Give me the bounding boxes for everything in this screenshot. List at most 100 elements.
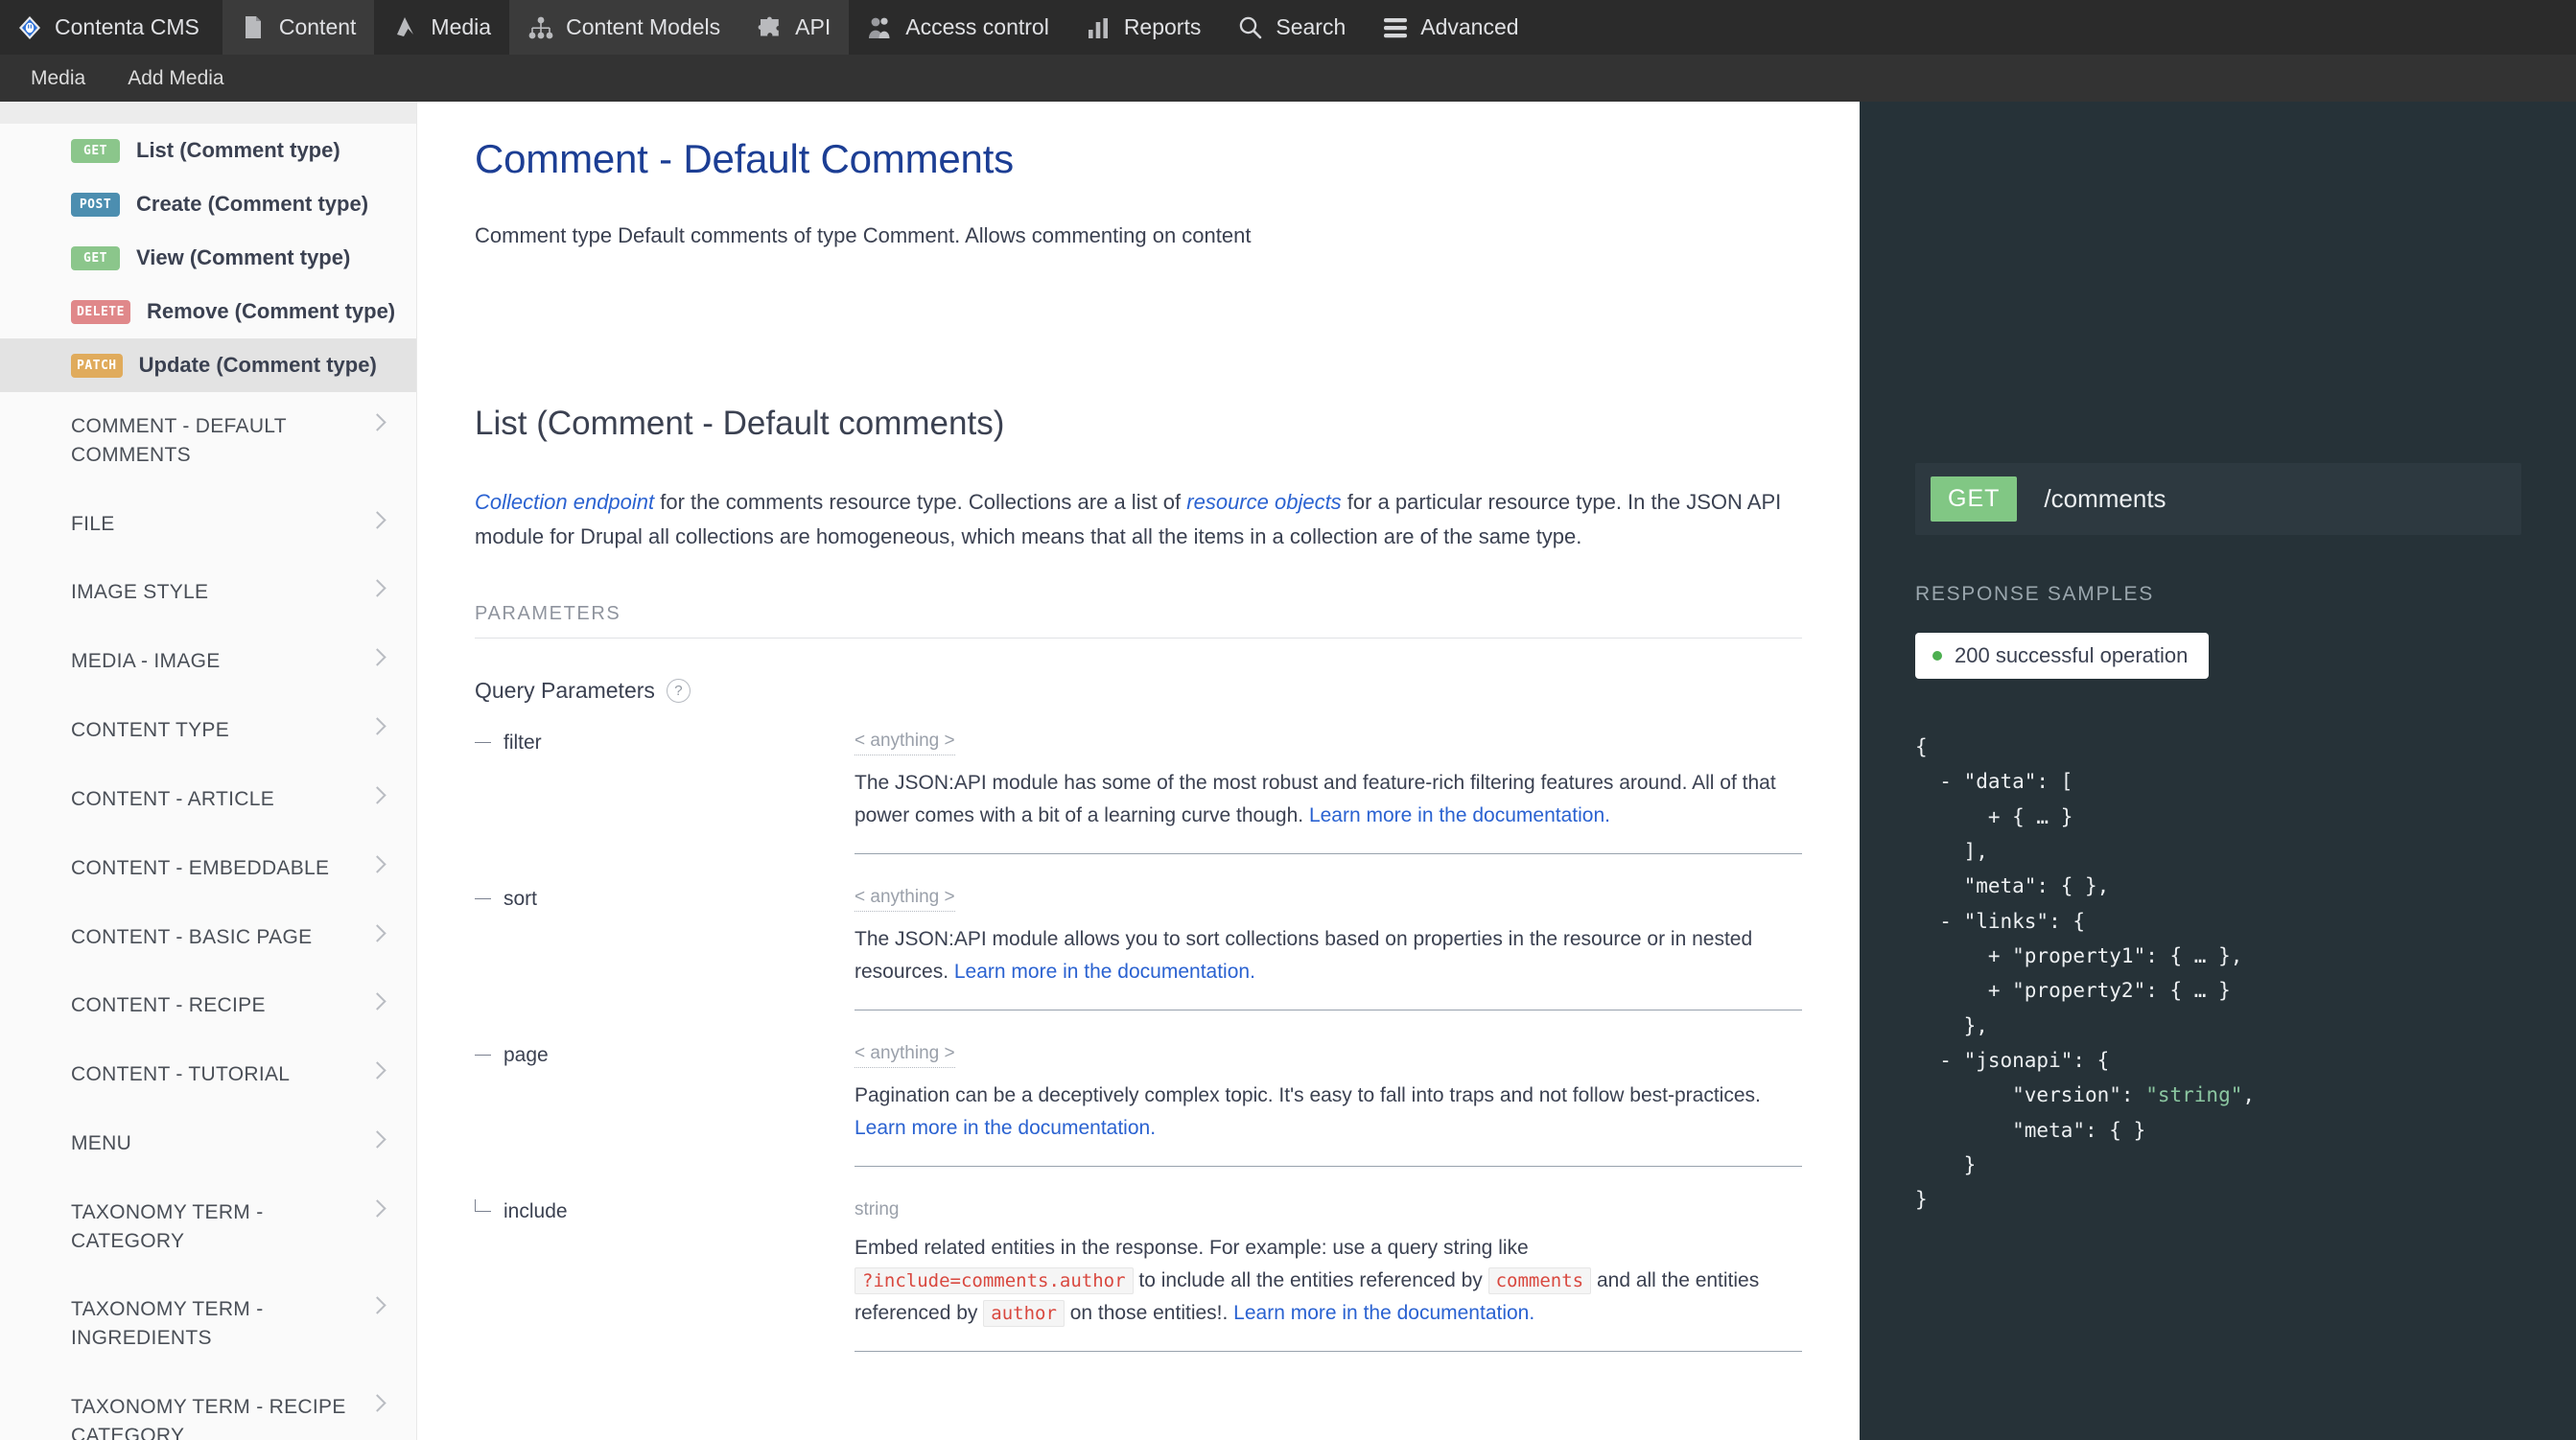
parameter-body: string Embed related entities in the resp… (855, 1199, 1802, 1353)
sidebar-group-content-tutorial[interactable]: CONTENT - TUTORIAL (0, 1040, 416, 1109)
api-sidebar[interactable]: GET List (Comment type) POST Create (Commen… (0, 102, 417, 1440)
json-string-value: "string" (2145, 1083, 2243, 1107)
sidebar-group-taxonomy-term-category[interactable]: TAXONOMY TERM - CATEGORY (0, 1178, 416, 1276)
code-author: author (983, 1300, 1065, 1328)
chevron-right-icon (371, 1202, 384, 1223)
secondary-toolbar: Media Add Media (0, 55, 2576, 102)
response-sample-tab-label: 200 successful operation (1955, 643, 2189, 667)
description-text: Embed related entities in the response. … (855, 1237, 1529, 1260)
toolbar-item-label: Access control (905, 14, 1049, 39)
chevron-right-icon (371, 789, 384, 810)
search-icon (1237, 14, 1263, 40)
status-dot-icon (1932, 651, 1942, 661)
json-response-sample: { - "data": [ + { … } ], "meta": { }, - … (1915, 735, 2256, 1212)
parameter-name: sort (503, 888, 538, 911)
chevron-right-icon (371, 858, 384, 879)
help-icon[interactable]: ? (666, 679, 691, 704)
parameter-description: Pagination can be a deceptively complex … (855, 1080, 1802, 1145)
toolbar-item-advanced[interactable]: Advanced (1364, 0, 1536, 55)
row-gap (475, 854, 1802, 887)
sidebar-group-content-recipe[interactable]: CONTENT - RECIPE (0, 971, 416, 1040)
sidebar-operation-item[interactable]: GET View (Comment type) (0, 231, 416, 285)
documentation-panel: Comment - Default Comments Comment type … (417, 102, 1860, 1440)
chevron-right-icon (371, 927, 384, 948)
code-comments: comments (1487, 1267, 1592, 1295)
sidebar-operation-item[interactable]: GET List (Comment type) (0, 124, 416, 177)
sidebar-top-spacer (0, 102, 416, 124)
section-title: List (Comment - Default comments) (475, 405, 1005, 442)
sidebar-group-content-embeddable[interactable]: CONTENT - EMBEDDABLE (0, 834, 416, 903)
page-body: GET List (Comment type) POST Create (Commen… (0, 102, 2576, 1440)
description-text: Pagination can be a deceptively complex … (855, 1084, 1761, 1107)
page-description: Comment type Default comments of type Co… (475, 223, 1252, 247)
parameter-name: include (503, 1200, 568, 1223)
sidebar-operation-item[interactable]: PATCH Update (Comment type) (0, 338, 416, 392)
subtoolbar-item-media[interactable]: Media (10, 55, 106, 102)
bar-chart-icon (1086, 14, 1112, 40)
sidebar-group-comment-default-comments[interactable]: COMMENT - DEFAULT COMMENTS (0, 392, 416, 490)
toolbar-item-label: Content (278, 14, 357, 39)
sidebar-group-label: COMMENT - DEFAULT COMMENTS (71, 415, 287, 466)
sidebar-group-file[interactable]: FILE (0, 490, 416, 559)
media-icon (392, 14, 418, 40)
collection-endpoint-link[interactable]: Collection endpoint (475, 490, 654, 514)
parameter-type: < anything > (855, 731, 955, 756)
http-method-badge: GET (71, 138, 120, 163)
toolbar-item-label: Media (431, 14, 492, 39)
documentation-link[interactable]: Learn more in the documentation. (954, 961, 1255, 983)
sidebar-group-media-image[interactable]: MEDIA - IMAGE (0, 627, 416, 696)
query-parameter-row: sort < anything > The JSON:API module allo… (475, 887, 1802, 1011)
documentation-link[interactable]: Learn more in the documentation. (1233, 1302, 1534, 1324)
response-sample-tab[interactable]: 200 successful operation (1915, 633, 2210, 679)
endpoint-bar[interactable]: GET /comments (1915, 463, 2521, 535)
parameter-name: page (503, 1044, 549, 1067)
parameters-section-label: PARAMETERS (475, 603, 1802, 639)
parameter-name-cell: include (475, 1199, 855, 1223)
parameter-body: < anything > The JSON:API module allows y… (855, 887, 1802, 1011)
parameter-type: string (855, 1199, 900, 1220)
sidebar-group-label: CONTENT - RECIPE (71, 994, 266, 1017)
people-icon (867, 14, 893, 40)
chevron-right-icon (371, 651, 384, 672)
sidebar-group-image-style[interactable]: IMAGE STYLE (0, 558, 416, 627)
toolbar-item-contenta-cms[interactable]: Contenta CMS (0, 0, 222, 55)
sidebar-operation-item[interactable]: POST Create (Comment type) (0, 177, 416, 231)
chevron-right-icon (371, 995, 384, 1016)
responses-title: Responses (475, 1434, 1802, 1440)
chevron-right-icon (371, 1064, 384, 1085)
documentation-link[interactable]: Learn more in the documentation. (855, 1117, 1156, 1139)
sidebar-operation-label: List (Comment type) (136, 138, 340, 162)
endpoint-method-badge: GET (1931, 476, 2018, 522)
chevron-right-icon (371, 582, 384, 603)
sidebar-group-content-type[interactable]: CONTENT TYPE (0, 696, 416, 765)
toolbar-item-search[interactable]: Search (1219, 0, 1364, 55)
toolbar-item-label: Contenta CMS (55, 14, 199, 39)
contenta-logo-icon (16, 14, 42, 40)
documentation-link[interactable]: Learn more in the documentation. (1309, 804, 1610, 826)
resource-objects-link[interactable]: resource objects (1186, 490, 1341, 514)
toolbar-item-content[interactable]: Content (222, 0, 375, 55)
toolbar-item-reports[interactable]: Reports (1067, 0, 1220, 55)
subtoolbar-item-add-media[interactable]: Add Media (106, 55, 245, 102)
toolbar-item-api[interactable]: API (738, 0, 850, 55)
toolbar-item-label: API (795, 14, 831, 39)
chevron-right-icon (371, 416, 384, 437)
sidebar-group-content-basic-page[interactable]: CONTENT - BASIC PAGE (0, 903, 416, 972)
description-text: to include all the entities referenced b… (1133, 1269, 1488, 1292)
sidebar-operation-item[interactable]: DELETE Remove (Comment type) (0, 285, 416, 338)
http-method-badge: GET (71, 245, 120, 270)
sidebar-operation-label: Create (Comment type) (136, 192, 369, 216)
sidebar-group-menu[interactable]: MENU (0, 1109, 416, 1178)
sidebar-group-content-article[interactable]: CONTENT - ARTICLE (0, 765, 416, 834)
sidebar-group-taxonomy-term-recipe-category[interactable]: TAXONOMY TERM - RECIPE CATEGORY (0, 1373, 416, 1440)
parameter-description: Embed related entities in the response. … (855, 1232, 1802, 1330)
parameter-body: < anything > Pagination can be a deceptiv… (855, 1043, 1802, 1168)
intro-text-1: for the comments resource type. Collecti… (654, 490, 1187, 514)
toolbar-item-content-models[interactable]: Content Models (509, 0, 739, 55)
toolbar-item-media[interactable]: Media (374, 0, 509, 55)
sidebar-group-label: TAXONOMY TERM - INGREDIENTS (71, 1298, 264, 1350)
toolbar-item-access-control[interactable]: Access control (849, 0, 1067, 55)
sidebar-group-taxonomy-term-ingredients[interactable]: TAXONOMY TERM - INGREDIENTS (0, 1275, 416, 1373)
sidebar-operation-label: Remove (Comment type) (146, 299, 396, 323)
sidebar-resource-groups: COMMENT - DEFAULT COMMENTS FILE IMAGE STYL… (0, 392, 416, 1440)
